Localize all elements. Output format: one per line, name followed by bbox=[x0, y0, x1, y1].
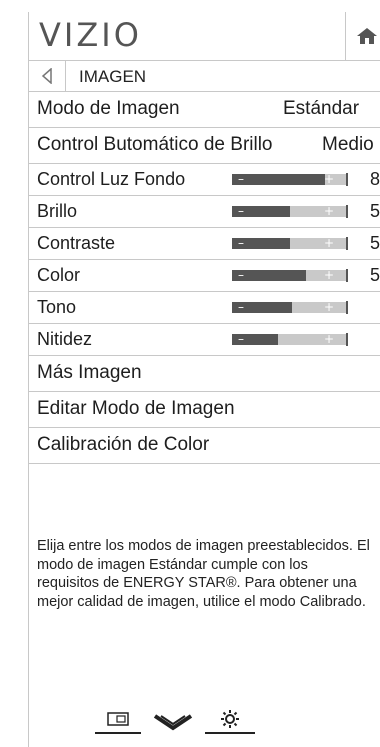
page-title: IMAGEN bbox=[79, 67, 147, 86]
slider-label: Nitidez bbox=[37, 329, 93, 349]
menu-item-value: Estándar bbox=[283, 98, 360, 119]
menu-item-calibracion-color[interactable]: Calibración de Color bbox=[29, 428, 380, 464]
bottom-nav bbox=[29, 702, 380, 742]
slider-row-tono[interactable]: Tono – + bbox=[29, 292, 380, 324]
slider-track[interactable]: – + bbox=[232, 236, 348, 250]
slider-label: Control Luz Fondo bbox=[37, 169, 186, 189]
slider-track[interactable]: – + bbox=[232, 268, 348, 282]
divider bbox=[95, 732, 141, 734]
plus-icon: + bbox=[323, 268, 334, 282]
menu-item-label: Más Imagen bbox=[37, 362, 142, 383]
slider-row-contraste[interactable]: Contraste – + 50 bbox=[29, 228, 380, 260]
menu-item-label: Editar Modo de Imagen bbox=[37, 398, 235, 419]
breadcrumb: IMAGEN bbox=[29, 61, 380, 92]
slider-end-mark bbox=[346, 237, 348, 250]
menu-item-editar-modo[interactable]: Editar Modo de Imagen bbox=[29, 392, 380, 428]
slider-track[interactable]: – + bbox=[232, 332, 348, 346]
back-arrow-icon bbox=[41, 68, 52, 84]
menu-item-control-brillo[interactable]: Control Butomático de Brillo Medio bbox=[29, 128, 380, 164]
slider-end-mark bbox=[346, 269, 348, 282]
minus-icon: – bbox=[238, 204, 244, 218]
slider-value: 50 bbox=[370, 201, 380, 221]
help-text-body: Elija entre los modos de imagen preestab… bbox=[37, 538, 370, 610]
home-icon bbox=[357, 28, 377, 44]
minus-icon: – bbox=[238, 332, 244, 346]
plus-icon: + bbox=[323, 172, 334, 186]
slider-value: 50 bbox=[370, 233, 380, 253]
slider-row-color[interactable]: Color – + 50 bbox=[29, 260, 380, 292]
minus-icon: – bbox=[238, 268, 244, 282]
header: VIZIO bbox=[29, 12, 380, 61]
menu-item-label: Calibración de Color bbox=[37, 434, 210, 455]
minus-icon: – bbox=[238, 300, 244, 314]
slider-value: 80 bbox=[370, 169, 380, 189]
minus-icon: – bbox=[238, 172, 244, 186]
back-button[interactable] bbox=[29, 61, 66, 91]
slider-track[interactable]: – + bbox=[232, 172, 348, 186]
slider-track[interactable]: – + bbox=[232, 204, 348, 218]
slider-end-mark bbox=[346, 333, 348, 346]
menu-item-label: Control Butomático de Brillo bbox=[37, 134, 273, 155]
slider-end-mark bbox=[346, 301, 348, 314]
input-icon[interactable] bbox=[107, 712, 129, 726]
slider-label: Color bbox=[37, 265, 81, 285]
plus-icon: + bbox=[323, 332, 334, 346]
menu-item-label: Modo de Imagen bbox=[37, 98, 180, 119]
settings-panel: VIZIO IMAGEN Modo de Imagen Estándar Con… bbox=[28, 12, 380, 747]
menu-item-mas-imagen[interactable]: Más Imagen bbox=[29, 356, 380, 392]
slider-row-brillo[interactable]: Brillo – + 50 bbox=[29, 196, 380, 228]
settings-gear-icon[interactable] bbox=[220, 709, 240, 729]
divider bbox=[205, 732, 255, 734]
help-text: Elija entre los modos de imagen preestab… bbox=[29, 537, 380, 611]
home-button[interactable] bbox=[345, 12, 380, 60]
slider-label: Contraste bbox=[37, 233, 116, 253]
menu-item-value: Medio bbox=[322, 134, 374, 155]
plus-icon: + bbox=[323, 300, 334, 314]
slider-end-mark bbox=[346, 173, 348, 186]
menu-item-modo-imagen[interactable]: Modo de Imagen Estándar bbox=[29, 92, 380, 128]
minus-icon: – bbox=[238, 236, 244, 250]
slider-track[interactable]: – + bbox=[232, 300, 348, 314]
slider-label: Brillo bbox=[37, 201, 78, 221]
plus-icon: + bbox=[323, 236, 334, 250]
slider-row-nitidez[interactable]: Nitidez – + bbox=[29, 324, 380, 356]
vizio-logo: VIZIO bbox=[39, 16, 142, 54]
slider-row-luz-fondo[interactable]: Control Luz Fondo – + 80 bbox=[29, 164, 380, 196]
slider-end-mark bbox=[346, 205, 348, 218]
slider-fill bbox=[232, 174, 325, 185]
slider-value: 50 bbox=[370, 265, 380, 285]
vizio-v-icon[interactable] bbox=[153, 714, 193, 734]
plus-icon: + bbox=[323, 204, 334, 218]
slider-label: Tono bbox=[37, 297, 77, 317]
